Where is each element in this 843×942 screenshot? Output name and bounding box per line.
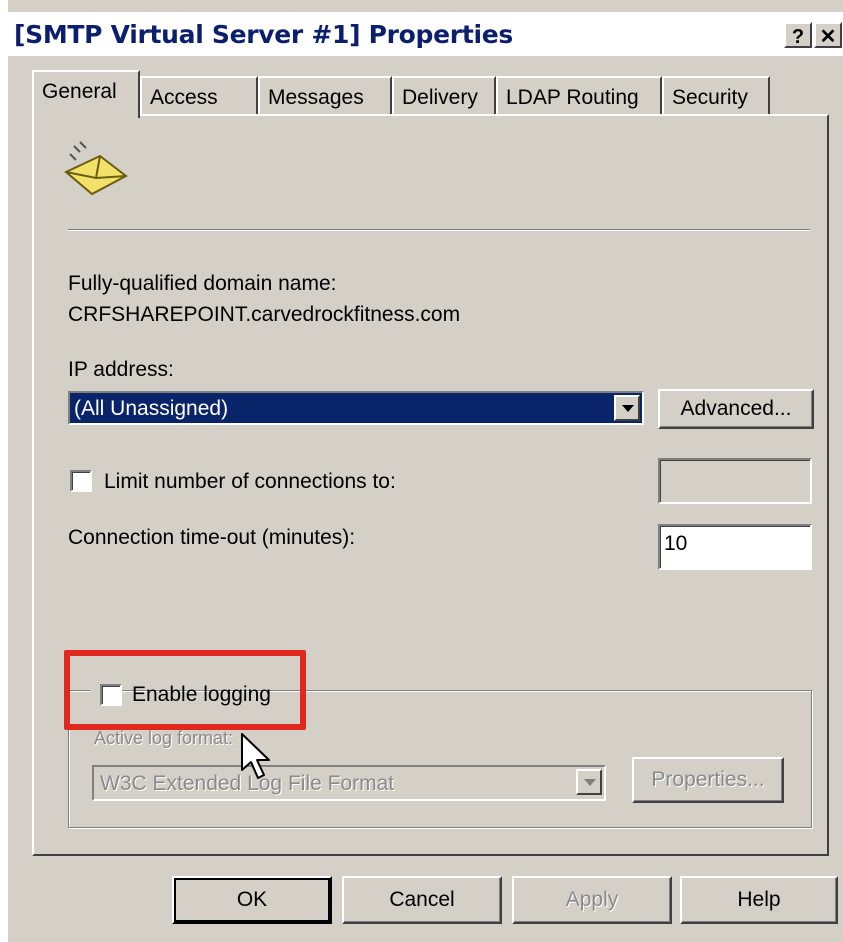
tab-label: Security xyxy=(672,86,748,109)
title-bar: [SMTP Virtual Server #1] Properties ? ✕ xyxy=(8,12,843,56)
apply-button[interactable]: Apply xyxy=(512,876,672,924)
tab-access[interactable]: Access xyxy=(140,76,258,116)
fqdn-label: Fully-qualified domain name: xyxy=(68,272,337,295)
envelope-icon xyxy=(64,141,128,196)
tab-label: Messages xyxy=(268,86,364,109)
tab-ldap-routing[interactable]: LDAP Routing xyxy=(496,76,662,116)
chevron-down-icon[interactable] xyxy=(576,769,602,795)
timeout-field[interactable]: 10 xyxy=(658,524,812,570)
close-title-button[interactable]: ✕ xyxy=(814,22,842,48)
window-title: [SMTP Virtual Server #1] Properties xyxy=(14,20,513,49)
tab-label: Access xyxy=(150,86,218,109)
ip-address-value: (All Unassigned) xyxy=(74,397,229,420)
timeout-label: Connection time-out (minutes): xyxy=(68,526,356,549)
tab-label: Delivery xyxy=(402,86,478,109)
log-properties-button[interactable]: Properties... xyxy=(632,757,784,803)
properties-dialog: [SMTP Virtual Server #1] Properties ? ✕ … xyxy=(8,0,843,942)
advanced-button[interactable]: Advanced... xyxy=(658,389,814,429)
ip-address-label: IP address: xyxy=(68,358,174,381)
tab-bar: General Access Messages Delivery LDAP Ro… xyxy=(32,70,772,118)
highlight-box xyxy=(64,650,306,730)
header-divider xyxy=(68,229,810,231)
log-format-select[interactable]: W3C Extended Log File Format xyxy=(92,765,606,801)
limit-connections-field[interactable] xyxy=(658,458,812,504)
tab-label: General xyxy=(42,80,117,103)
close-icon: ✕ xyxy=(819,26,837,48)
limit-connections-checkbox[interactable] xyxy=(70,470,92,492)
chevron-down-icon[interactable] xyxy=(614,395,640,421)
tab-general[interactable]: General xyxy=(32,70,140,118)
help-icon: ? xyxy=(791,26,805,48)
tab-security[interactable]: Security xyxy=(662,76,770,116)
help-button[interactable]: Help xyxy=(680,876,838,924)
log-format-label: Active log format: xyxy=(94,728,234,748)
tab-label: LDAP Routing xyxy=(506,86,639,109)
ok-button[interactable]: OK xyxy=(172,876,332,924)
tab-delivery[interactable]: Delivery xyxy=(392,76,496,116)
mouse-pointer-icon xyxy=(241,733,270,779)
ip-address-select[interactable]: (All Unassigned) xyxy=(68,391,644,425)
limit-connections-label: Limit number of connections to: xyxy=(104,470,396,493)
help-title-button[interactable]: ? xyxy=(784,22,812,48)
cancel-button[interactable]: Cancel xyxy=(342,876,502,924)
fqdn-value: CRFSHAREPOINT.carvedrockfitness.com xyxy=(68,303,461,326)
tab-messages[interactable]: Messages xyxy=(258,76,392,116)
